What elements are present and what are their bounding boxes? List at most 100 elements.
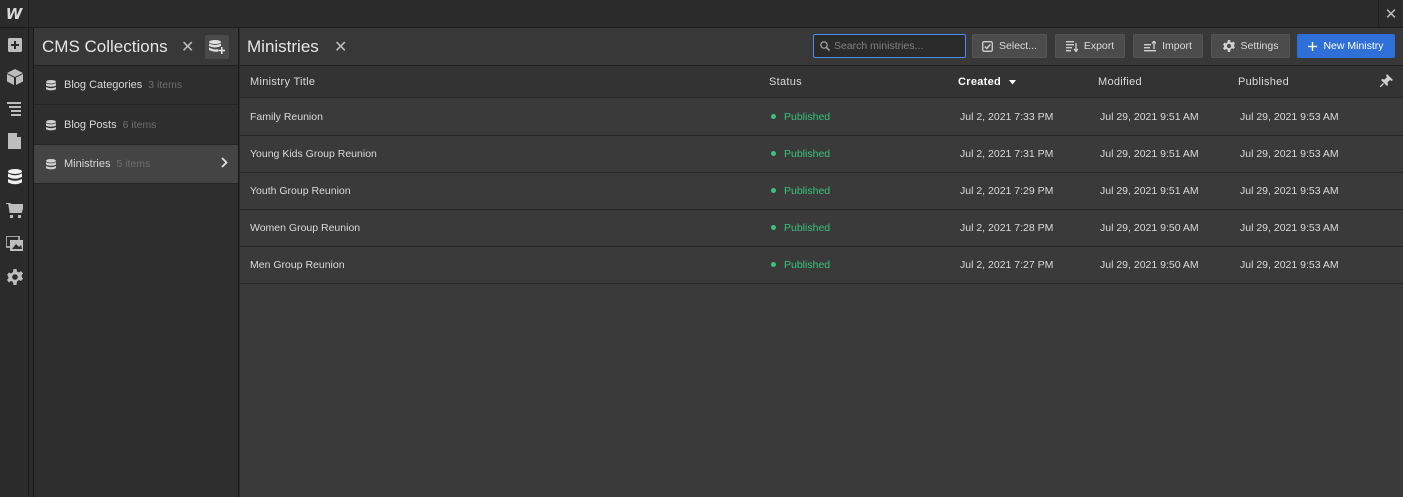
pin-icon[interactable]: [1379, 74, 1393, 90]
sort-descending-icon: [1009, 80, 1017, 85]
cell-created: Jul 2, 2021 7:31 PM: [960, 148, 1054, 160]
status-dot-icon: [771, 262, 776, 267]
assets-icon[interactable]: [0, 228, 29, 258]
cell-published: Jul 29, 2021 9:53 AM: [1240, 259, 1339, 271]
import-icon: [1144, 40, 1157, 51]
cell-modified: Jul 29, 2021 9:50 AM: [1100, 222, 1199, 234]
add-collection-button[interactable]: [205, 35, 229, 59]
cell-title: Young Kids Group Reunion: [250, 148, 377, 160]
column-header-status[interactable]: Status: [769, 76, 802, 88]
add-panel-icon[interactable]: [0, 30, 29, 60]
box-icon[interactable]: [0, 62, 29, 92]
cell-created: Jul 2, 2021 7:27 PM: [960, 259, 1054, 271]
import-label: Import: [1162, 40, 1192, 52]
cms-collections-panel: CMS Collections ✕ Blog Categories 3 item…: [33, 28, 239, 497]
close-collection-icon[interactable]: ✕: [334, 37, 347, 57]
cell-modified: Jul 29, 2021 9:50 AM: [1100, 259, 1199, 271]
cell-status: Published: [771, 148, 830, 160]
cell-status: Published: [771, 259, 830, 271]
cms-database-icon[interactable]: [0, 162, 29, 192]
search-input[interactable]: [834, 40, 959, 52]
search-icon: [820, 41, 830, 51]
status-label: Published: [784, 259, 831, 271]
select-button[interactable]: Select...: [972, 34, 1047, 58]
export-button[interactable]: Export: [1055, 34, 1125, 58]
checkbox-icon: [982, 40, 993, 52]
new-ministry-label: New Ministry: [1323, 40, 1384, 52]
collection-count: 3 items: [148, 79, 183, 91]
collection-name: Ministries: [64, 158, 111, 170]
select-label: Select...: [999, 40, 1037, 52]
cell-published: Jul 29, 2021 9:53 AM: [1240, 148, 1339, 160]
settings-gear-icon[interactable]: [0, 262, 29, 292]
status-dot-icon: [771, 225, 776, 230]
plus-icon: [1308, 41, 1318, 51]
collection-items-panel: Ministries ✕ Select... Export Import Set…: [240, 28, 1403, 497]
settings-button[interactable]: Settings: [1211, 34, 1290, 58]
cell-published: Jul 29, 2021 9:53 AM: [1240, 185, 1339, 197]
collection-name: Blog Categories: [64, 79, 143, 91]
status-label: Published: [784, 185, 831, 197]
table-header: Ministry Title Status Created Modified P…: [240, 66, 1403, 98]
cell-modified: Jul 29, 2021 9:51 AM: [1100, 111, 1199, 123]
column-header-created-label: Created: [958, 76, 1002, 88]
table-row[interactable]: Women Group Reunion Published Jul 2, 202…: [240, 210, 1403, 247]
navigator-icon[interactable]: [0, 94, 29, 124]
collection-item-blog-categories[interactable]: Blog Categories 3 items: [34, 66, 238, 105]
collection-item-ministries[interactable]: Ministries 5 items: [34, 145, 238, 184]
database-icon: [46, 158, 56, 169]
cell-created: Jul 2, 2021 7:33 PM: [960, 111, 1054, 123]
column-header-created[interactable]: Created: [958, 76, 1017, 88]
cell-published: Jul 29, 2021 9:53 AM: [1240, 222, 1339, 234]
cell-title: Women Group Reunion: [250, 222, 361, 234]
table-row[interactable]: Youth Group Reunion Published Jul 2, 202…: [240, 173, 1403, 210]
collection-name: Blog Posts: [64, 119, 117, 131]
status-dot-icon: [771, 114, 776, 119]
table-row[interactable]: Young Kids Group Reunion Published Jul 2…: [240, 136, 1403, 173]
items-panel-header: Ministries ✕ Select... Export Import Set…: [240, 28, 1403, 66]
table-row[interactable]: Family Reunion Published Jul 2, 2021 7:3…: [240, 99, 1403, 136]
table-row[interactable]: Men Group Reunion Published Jul 2, 2021 …: [240, 247, 1403, 284]
column-header-ministry-title[interactable]: Ministry Title: [250, 76, 315, 88]
collections-panel-title: CMS Collections: [42, 37, 168, 56]
collection-count: 5 items: [116, 158, 151, 170]
webflow-logo[interactable]: W: [0, 0, 29, 28]
export-label: Export: [1083, 40, 1115, 52]
new-ministry-button[interactable]: New Ministry: [1297, 34, 1395, 58]
collections-panel-header: CMS Collections ✕: [34, 28, 238, 66]
database-icon: [46, 119, 56, 130]
search-box[interactable]: [813, 34, 966, 58]
collection-count: 6 items: [122, 119, 157, 131]
status-label: Published: [784, 111, 831, 123]
logo-letter: W: [5, 5, 23, 23]
cell-published: Jul 29, 2021 9:53 AM: [1240, 111, 1339, 123]
cell-modified: Jul 29, 2021 9:51 AM: [1100, 148, 1199, 160]
collection-item-blog-posts[interactable]: Blog Posts 6 items: [34, 106, 238, 145]
cell-created: Jul 2, 2021 7:29 PM: [960, 185, 1054, 197]
column-header-modified[interactable]: Modified: [1098, 76, 1142, 88]
top-bar: W ✕: [0, 0, 1403, 28]
cell-status: Published: [771, 222, 830, 234]
pages-icon[interactable]: [0, 126, 29, 156]
collection-title: Ministries: [247, 37, 319, 56]
settings-label: Settings: [1240, 40, 1279, 52]
cell-created: Jul 2, 2021 7:28 PM: [960, 222, 1054, 234]
cell-title: Family Reunion: [250, 111, 323, 123]
status-dot-icon: [771, 151, 776, 156]
cell-modified: Jul 29, 2021 9:51 AM: [1100, 185, 1199, 197]
column-header-published[interactable]: Published: [1238, 76, 1289, 88]
ecommerce-cart-icon[interactable]: [0, 196, 29, 226]
status-label: Published: [784, 222, 831, 234]
left-icon-rail: [0, 28, 29, 497]
status-label: Published: [784, 148, 831, 160]
database-icon: [46, 79, 56, 90]
cell-status: Published: [771, 185, 830, 197]
close-designer-icon[interactable]: ✕: [1378, 0, 1403, 28]
add-collection-icon: [209, 40, 225, 54]
close-collections-icon[interactable]: ✕: [181, 37, 194, 57]
cell-title: Youth Group Reunion: [250, 185, 351, 197]
cell-status: Published: [771, 111, 830, 123]
cell-title: Men Group Reunion: [250, 259, 345, 271]
gear-icon: [1222, 40, 1235, 52]
import-button[interactable]: Import: [1133, 34, 1203, 58]
